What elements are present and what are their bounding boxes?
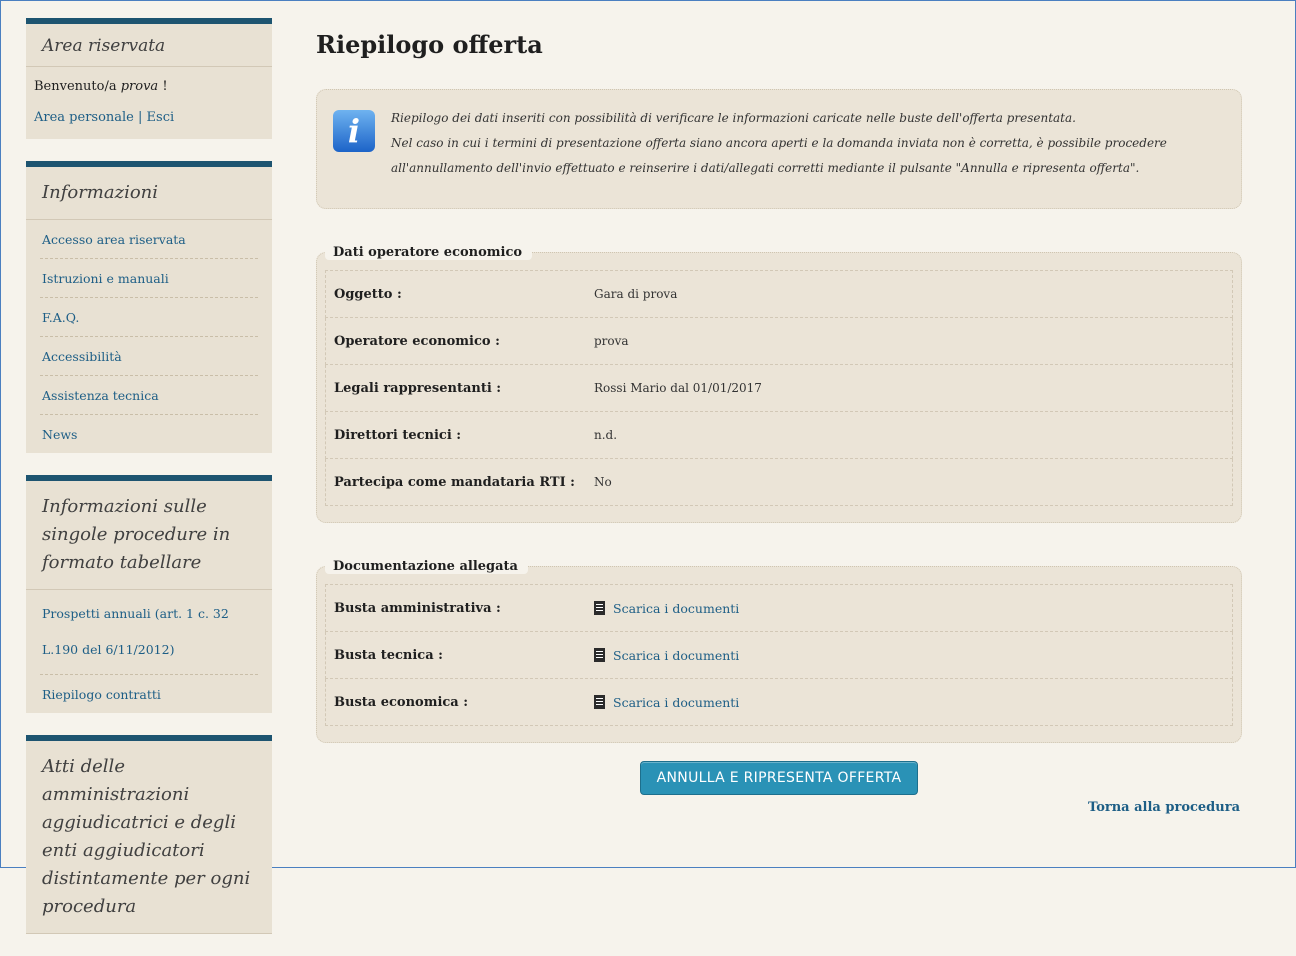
acts-title[interactable]: Atti delle amministrazioni aggiudicatric…: [26, 741, 272, 934]
menu-item-accesso[interactable]: Accesso area riservata: [40, 220, 258, 259]
cancel-resubmit-button[interactable]: ANNULLA E RIPRESENTA OFFERTA: [639, 761, 919, 795]
document-icon: [594, 648, 605, 662]
row-label: Busta amministrativa :: [334, 600, 501, 616]
operator-fieldset: Dati operatore economico Oggetto : Gara …: [316, 245, 1242, 523]
info-box: i Riepilogo dei dati inseriti con possib…: [316, 89, 1242, 209]
personal-area-link[interactable]: Area personale: [34, 110, 134, 125]
row-value: No: [594, 475, 612, 489]
row-value: n.d.: [594, 428, 618, 442]
menu-item-istruzioni[interactable]: Istruzioni e manuali: [40, 259, 258, 298]
info-icon: i: [333, 110, 375, 152]
info-line-1: Riepilogo dei dati inseriti con possibil…: [391, 111, 1076, 125]
row-value: prova: [594, 334, 629, 348]
welcome-text: Benvenuto/a prova !: [34, 79, 168, 94]
sidebar: Area riservata Benvenuto/a prova ! Area …: [26, 18, 272, 956]
info-menu: Accesso area riservata Istruzioni e manu…: [26, 220, 272, 453]
download-link[interactable]: Scarica i documenti: [594, 601, 739, 616]
main-content: Riepilogo offerta i Riepilogo dei dati i…: [316, 30, 1242, 795]
table-row: Busta tecnica : Scarica i documenti: [325, 632, 1233, 679]
personal-links: Area personale | Esci: [34, 110, 175, 125]
row-label: Oggetto :: [334, 286, 402, 302]
page-title: Riepilogo offerta: [316, 30, 543, 59]
table-row: Legali rappresentanti : Rossi Mario dal …: [325, 365, 1233, 412]
table-row: Busta economica : Scarica i documenti: [325, 679, 1233, 726]
info-block: Informazioni Accesso area riservata Istr…: [26, 161, 272, 453]
procedures-menu: Prospetti annuali (art. 1 c. 32 L.190 de…: [26, 590, 272, 713]
table-row: Operatore economico : prova: [325, 318, 1233, 365]
table-row: Partecipa come mandataria RTI : No: [325, 459, 1233, 506]
download-link[interactable]: Scarica i documenti: [594, 648, 739, 663]
operator-legend: Dati operatore economico: [325, 245, 533, 260]
menu-item-accessibilita[interactable]: Accessibilità: [40, 337, 258, 376]
procedures-block: Informazioni sulle singole procedure in …: [26, 475, 272, 713]
document-icon: [594, 695, 605, 709]
procedures-title: Informazioni sulle singole procedure in …: [26, 481, 272, 590]
row-value: Rossi Mario dal 01/01/2017: [594, 381, 762, 395]
username: prova: [120, 79, 159, 94]
menu-item-riepilogo-contratti[interactable]: Riepilogo contratti: [40, 675, 258, 713]
logout-link[interactable]: Esci: [147, 110, 175, 125]
docs-fieldset: Documentazione allegata Busta amministra…: [316, 559, 1242, 743]
row-label: Partecipa come mandataria RTI :: [334, 474, 575, 490]
acts-block: Atti delle amministrazioni aggiudicatric…: [26, 735, 272, 934]
menu-item-assistenza[interactable]: Assistenza tecnica: [40, 376, 258, 415]
row-label: Operatore economico :: [334, 333, 500, 349]
button-wrap: ANNULLA E RIPRESENTA OFFERTA: [316, 761, 1242, 795]
row-label: Legali rappresentanti :: [334, 380, 502, 396]
table-row: Busta amministrativa : Scarica i documen…: [325, 584, 1233, 632]
menu-item-prospetti[interactable]: Prospetti annuali (art. 1 c. 32 L.190 de…: [40, 590, 258, 675]
back-to-procedure-link[interactable]: Torna alla procedura: [1088, 800, 1240, 815]
reserved-area-title: Area riservata: [26, 24, 272, 67]
row-label: Busta economica :: [334, 694, 469, 710]
table-row: Oggetto : Gara di prova: [325, 270, 1233, 318]
info-title: Informazioni: [26, 167, 272, 220]
menu-item-news[interactable]: News: [40, 415, 258, 453]
menu-item-faq[interactable]: F.A.Q.: [40, 298, 258, 337]
info-line-2: Nel caso in cui i termini di presentazio…: [391, 136, 1167, 175]
row-label: Busta tecnica :: [334, 647, 443, 663]
row-value: Gara di prova: [594, 287, 678, 301]
row-label: Direttori tecnici :: [334, 427, 462, 443]
reserved-area-block: Area riservata Benvenuto/a prova ! Area …: [26, 18, 272, 139]
docs-legend: Documentazione allegata: [325, 559, 528, 574]
download-link[interactable]: Scarica i documenti: [594, 695, 739, 710]
document-icon: [594, 601, 605, 615]
table-row: Direttori tecnici : n.d.: [325, 412, 1233, 459]
